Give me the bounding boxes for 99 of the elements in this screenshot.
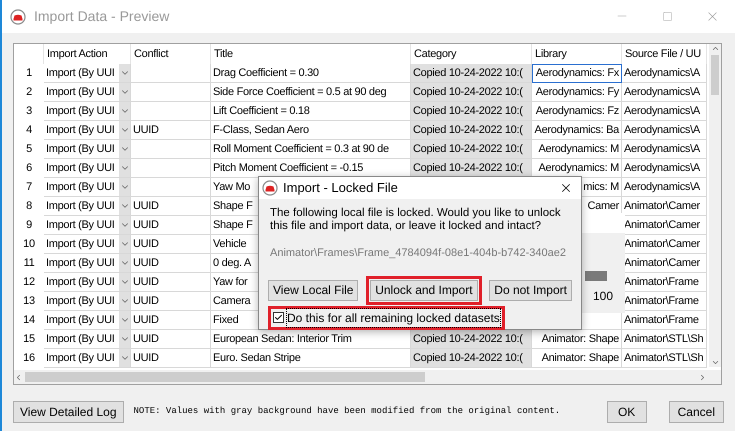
action-dropdown[interactable]: Import (By UUI (44, 330, 131, 349)
check-icon (274, 313, 283, 322)
table-cell: Euro. Sedan Stripe (211, 349, 411, 368)
action-dropdown[interactable]: Import (By UUI (44, 292, 131, 311)
track-bar (585, 271, 607, 281)
action-dropdown[interactable]: Import (By UUI (44, 121, 131, 140)
tick-label: 100 (593, 288, 614, 305)
row-number: 6 (25, 161, 33, 176)
row-number: 10 (22, 237, 36, 252)
table-cell: Copied 10-24-2022 10:( (411, 140, 532, 159)
action-dropdown[interactable]: Import (By UUI (44, 197, 131, 216)
view-log-button[interactable]: View Detailed Log (13, 401, 124, 423)
dialog-title: Import - Locked File (283, 179, 398, 198)
table-cell: Animator\Frame (622, 311, 707, 330)
car-logo-icon (10, 8, 26, 24)
scroll-down-icon[interactable] (710, 358, 720, 367)
dialog-button[interactable]: OK (606, 401, 647, 423)
row-number: 8 (25, 199, 33, 214)
table-cell: UUID (131, 273, 211, 292)
table-cell: Copied 10-24-2022 10:( (411, 83, 532, 102)
table-cell: F-Class, Sedan Aero (211, 121, 411, 140)
table-cell: Aerodynamics\A (622, 159, 707, 178)
table-cell: Aerodynamics: Fz (532, 102, 622, 121)
column-header[interactable]: Source File / UU (622, 44, 707, 64)
table-cell: Aerodynamics: Fy (532, 83, 622, 102)
table-cell: Copied 10-24-2022 10:( (411, 121, 532, 140)
column-header[interactable]: Conflict (131, 44, 211, 64)
table-cell: UUID (131, 330, 211, 349)
table-cell: Aerodynamics: Fx (532, 64, 622, 83)
row-number: 11 (22, 256, 36, 272)
scroll-thumb[interactable] (711, 55, 719, 95)
scroll-up-icon[interactable] (710, 44, 720, 53)
row-number: 5 (25, 142, 33, 158)
table-cell: Copied 10-24-2022 10:( (411, 102, 532, 121)
action-dropdown[interactable]: Import (By UUI (44, 159, 131, 178)
action-dropdown[interactable]: Import (By UUI (44, 235, 131, 254)
table-cell: UUID (131, 254, 211, 273)
scroll-left-icon[interactable] (14, 372, 23, 382)
table-cell: Drag Coefficient = 0.30 (211, 64, 411, 83)
window-title: Import Data - Preview (34, 7, 170, 26)
table-cell: UUID (131, 121, 211, 140)
row-number: 2 (25, 85, 33, 100)
dialog-button[interactable]: Do not Import (489, 280, 572, 300)
row-number: 9 (25, 218, 33, 234)
table-cell: Lift Coefficient = 0.18 (211, 102, 411, 121)
row-number: 15 (22, 332, 36, 348)
table-cell: UUID (131, 349, 211, 368)
horizontal-scrollbar[interactable] (14, 370, 721, 384)
table-cell: Animator: Shape (532, 349, 622, 368)
row-number: 12 (22, 275, 36, 290)
vertical-scrollbar[interactable] (709, 44, 721, 367)
table-cell: Aerodynamics\A (622, 140, 707, 159)
table-cell: Aerodynamics: M (532, 140, 622, 159)
dialog-button[interactable]: Cancel (668, 401, 724, 423)
scroll-thumb[interactable] (25, 372, 425, 382)
dialog-button[interactable]: Unlock and Import (370, 280, 478, 300)
table-cell: UUID (131, 311, 211, 330)
action-dropdown[interactable]: Import (By UUI (44, 140, 131, 159)
action-dropdown[interactable]: Import (By UUI (44, 102, 131, 121)
note-text: NOTE: Values with gray background have been modified from the original content. (134, 405, 560, 418)
table-cell: Copied 10-24-2022 10:( (411, 64, 532, 83)
table-cell: Copied 10-24-2022 10:( (411, 349, 532, 368)
close-icon[interactable] (559, 181, 573, 195)
action-dropdown[interactable]: Import (By UUI (44, 273, 131, 292)
table-cell: Aerodynamics\A (622, 83, 707, 102)
scroll-right-icon[interactable] (698, 372, 707, 382)
table-cell: Side Force Coefficient = 0.5 at 90 deg (211, 83, 411, 102)
action-dropdown[interactable]: Import (By UUI (44, 254, 131, 273)
table-cell: Aerodynamics\A (622, 102, 707, 121)
table-cell: Aerodynamics\A (622, 64, 707, 83)
dialog-button[interactable]: View Local File (268, 280, 358, 300)
table-cell: Aerodynamics\A (622, 121, 707, 140)
action-dropdown[interactable]: Import (By UUI (44, 178, 131, 197)
table-cell: UUID (131, 197, 211, 216)
row-number: 4 (25, 123, 33, 138)
column-header[interactable]: Library (532, 44, 622, 64)
car-logo-icon (262, 180, 278, 196)
table-cell: Animator\STL\Sh (622, 349, 707, 368)
table-cell: UUID (131, 235, 211, 254)
row-number: 3 (25, 104, 33, 120)
action-dropdown[interactable]: Import (By UUI (44, 64, 131, 83)
row-number: 1 (25, 66, 33, 82)
row-number: 7 (25, 180, 33, 196)
action-dropdown[interactable]: Import (By UUI (44, 216, 131, 235)
table-cell: Copied 10-24-2022 10:( (411, 330, 532, 349)
action-dropdown[interactable]: Import (By UUI (44, 311, 131, 330)
column-header[interactable]: Title (211, 44, 411, 64)
table-cell: Aerodynamics\A (622, 178, 707, 197)
row-number: 14 (22, 313, 36, 328)
table-cell: UUID (131, 216, 211, 235)
row-number: 16 (22, 351, 36, 366)
table-cell: Animator\STL\Sh (622, 330, 707, 349)
action-dropdown[interactable]: Import (By UUI (44, 349, 131, 368)
row-number: 13 (22, 294, 36, 310)
table-cell: Roll Moment Coefficient = 0.3 at 90 de (211, 140, 411, 159)
maximize-icon[interactable] (662, 11, 673, 22)
action-dropdown[interactable]: Import (By UUI (44, 83, 131, 102)
table-cell: Aerodynamics: Ba (532, 121, 622, 140)
table-cell: UUID (131, 292, 211, 311)
